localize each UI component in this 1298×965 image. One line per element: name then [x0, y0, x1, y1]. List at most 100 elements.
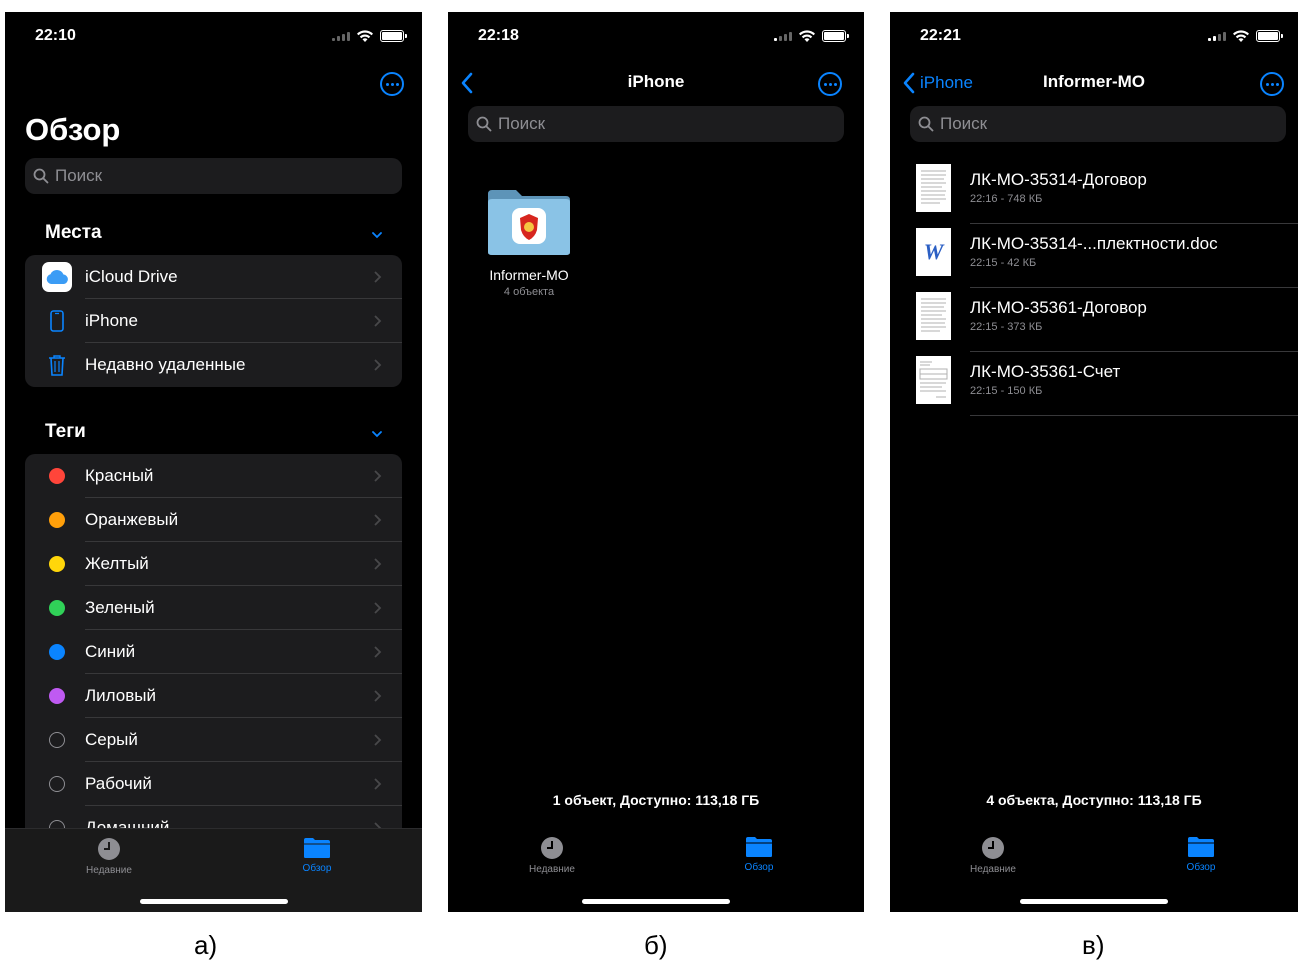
gray-tag-dot-icon [49, 732, 65, 748]
file-row[interactable]: W ЛК-МО-35314-...плектности.doc 22:15 - … [890, 224, 1298, 288]
places-list: iCloud Drive iPhone Недавно удаленные [25, 255, 402, 387]
places-collapse-chevron-icon[interactable] [372, 230, 382, 240]
tag-item-red[interactable]: Красный [25, 454, 402, 498]
battery-icon [822, 30, 849, 42]
wifi-icon [799, 30, 815, 42]
tag-item-work[interactable]: Рабочий [25, 762, 402, 806]
file-row[interactable]: ЛК-МО-35361-Договор 22:15 - 373 КБ [890, 288, 1298, 352]
tab-browse[interactable]: Обзор [1161, 836, 1241, 873]
file-name: ЛК-МО-35314-Договор [970, 170, 1147, 189]
tag-item-blue[interactable]: Синий [25, 630, 402, 674]
work-tag-dot-icon [49, 776, 65, 792]
icloud-icon [41, 262, 73, 292]
tab-recent-label: Недавние [86, 865, 132, 876]
tag-item-orange[interactable]: Оранжевый [25, 498, 402, 542]
caption-c: в) [1082, 930, 1105, 960]
file-meta: 22:15 - 42 КБ [970, 257, 1037, 269]
tag-item-yellow[interactable]: Желтый [25, 542, 402, 586]
places-item-recently-deleted[interactable]: Недавно удаленные [25, 343, 402, 387]
folder-icon [1188, 837, 1214, 857]
page-title: Обзор [25, 112, 121, 147]
status-icons [774, 29, 849, 43]
wifi-icon [1233, 30, 1249, 42]
file-name: ЛК-МО-35314-...плектности.doc [970, 234, 1218, 253]
places-item-label: Недавно удаленные [85, 355, 246, 374]
tag-label: Рабочий [85, 774, 152, 793]
divider [970, 415, 1298, 416]
tab-bar: Недавние Обзор [448, 828, 864, 912]
search-icon [918, 116, 934, 132]
tab-recent[interactable]: Недавние [512, 836, 592, 875]
search-icon [476, 116, 492, 132]
more-options-button[interactable] [380, 72, 404, 96]
trash-icon [41, 354, 73, 376]
tag-item-green[interactable]: Зеленый [25, 586, 402, 630]
word-document-icon: W [916, 228, 951, 276]
svg-text:W: W [924, 239, 945, 264]
cellular-signal-icon [774, 31, 792, 41]
file-row[interactable]: ЛК-МО-35314-Договор 22:16 - 748 КБ [890, 160, 1298, 224]
status-icons [332, 29, 407, 43]
search-field[interactable]: Поиск [468, 106, 844, 142]
iphone-icon [41, 310, 73, 332]
orange-tag-dot-icon [49, 512, 65, 528]
status-time: 22:18 [478, 27, 519, 44]
tab-recent[interactable]: Недавние [953, 836, 1033, 875]
blue-tag-dot-icon [49, 644, 65, 660]
more-options-button[interactable] [1260, 72, 1284, 96]
chevron-right-icon [374, 734, 382, 746]
folder-icon [304, 838, 330, 858]
places-item-label: iPhone [85, 311, 138, 330]
storage-footer: 4 объекта, Доступно: 113,18 ГБ [986, 792, 1202, 808]
status-time: 22:10 [35, 27, 76, 44]
chevron-right-icon [374, 271, 382, 283]
tags-collapse-chevron-icon[interactable] [372, 429, 382, 439]
tab-browse-label: Обзор [302, 863, 332, 874]
tag-label: Красный [85, 466, 154, 485]
search-placeholder: Поиск [940, 114, 988, 133]
tag-label: Серый [85, 730, 138, 749]
search-field[interactable]: Поиск [25, 158, 402, 194]
file-meta: 22:16 - 748 КБ [970, 193, 1043, 205]
file-name: ЛК-МО-35361-Счет [970, 362, 1121, 381]
folder-name: Informer-MO [489, 267, 569, 283]
document-thumbnail-icon [916, 292, 951, 340]
tab-recent-label: Недавние [970, 864, 1016, 875]
tag-label: Оранжевый [85, 510, 179, 529]
file-row[interactable]: ЛК-МО-35361-Счет 22:15 - 150 КБ [890, 352, 1298, 416]
tag-label: Лиловый [85, 686, 156, 705]
chevron-right-icon [374, 359, 382, 371]
file-meta: 22:15 - 373 КБ [970, 321, 1043, 333]
home-indicator [1020, 899, 1168, 904]
purple-tag-dot-icon [49, 688, 65, 704]
search-icon [33, 168, 49, 184]
search-placeholder: Поиск [498, 114, 546, 133]
nav-title: Informer-MO [1043, 72, 1145, 91]
tag-label: Желтый [85, 554, 149, 573]
tag-item-gray[interactable]: Серый [25, 718, 402, 762]
clock-icon [541, 837, 563, 859]
places-item-iphone[interactable]: iPhone [25, 299, 402, 343]
tab-recent[interactable]: Недавние [69, 837, 149, 876]
green-tag-dot-icon [49, 600, 65, 616]
tag-item-purple[interactable]: Лиловый [25, 674, 402, 718]
folder-informer-mo[interactable]: Informer-MO 4 объекта [486, 188, 572, 298]
clock-icon [98, 838, 120, 860]
search-field[interactable]: Поиск [910, 106, 1286, 142]
more-options-button[interactable] [818, 72, 842, 96]
tab-bar: Недавние Обзор [5, 828, 422, 912]
battery-icon [1256, 30, 1283, 42]
clock-icon [982, 837, 1004, 859]
tab-browse[interactable]: Обзор [719, 836, 799, 873]
home-indicator [582, 899, 730, 904]
tab-recent-label: Недавние [529, 864, 575, 875]
chevron-right-icon [374, 690, 382, 702]
tab-browse[interactable]: Обзор [277, 837, 357, 874]
tab-browse-label: Обзор [744, 862, 774, 873]
status-icons [1208, 29, 1283, 43]
status-time: 22:21 [920, 27, 961, 44]
places-item-icloud[interactable]: iCloud Drive [25, 255, 402, 299]
file-meta: 22:15 - 150 КБ [970, 385, 1043, 397]
search-placeholder: Поиск [55, 166, 103, 185]
home-indicator [139, 899, 288, 904]
